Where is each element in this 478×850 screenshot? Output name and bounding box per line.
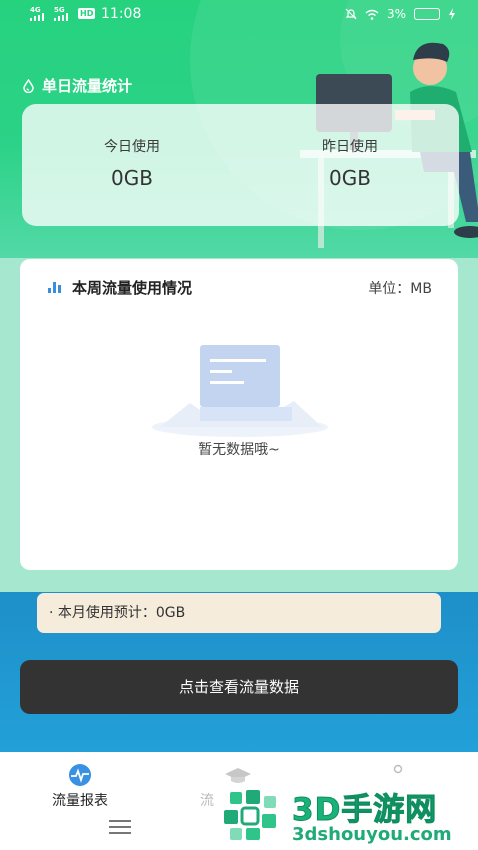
daily-section-title: 单日流量统计 [22, 75, 132, 96]
pulse-icon [66, 764, 94, 786]
water-drop-icon [23, 78, 34, 93]
battery-icon [414, 8, 440, 20]
hd-badge: HD [78, 8, 96, 19]
watermark-title: 3D手游网 [291, 792, 438, 829]
battery-percent: 3% [386, 7, 406, 21]
today-label: 今日使用 [104, 139, 160, 155]
site-watermark: 3D手游网 3dshouyou.com [218, 784, 476, 848]
daily-usage-card: 今日使用 0GB 昨日使用 0GB [22, 104, 459, 226]
tab-label: 流量报表 [52, 793, 108, 809]
view-traffic-data-button[interactable]: 点击查看流量数据 [20, 660, 458, 714]
yesterday-value: 0GB [329, 166, 371, 190]
empty-document-icon [152, 345, 328, 437]
graduation-cap-icon [224, 764, 252, 786]
wifi-icon [365, 9, 379, 20]
today-value: 0GB [111, 166, 153, 190]
weekly-usage-card: 本周流量使用情况 单位：MB 暂无数据哦~ [20, 259, 458, 570]
monthly-estimate-bar: · 本月使用预计：0GB [37, 593, 441, 633]
tab-traffic-report[interactable]: 流量报表 [44, 764, 116, 810]
empty-state-text: 暂无数据哦~ [198, 442, 280, 458]
watermark-url: 3dshouyou.com [292, 824, 452, 845]
tab-label: 流 [200, 793, 214, 809]
signal-bars-icon [54, 13, 68, 21]
bar-chart-icon [48, 282, 64, 293]
signal-bars-icon [30, 13, 44, 21]
menu-icon[interactable] [109, 820, 131, 834]
yesterday-label: 昨日使用 [322, 139, 378, 155]
weekly-title: 本周流量使用情况 [72, 279, 193, 297]
unit-label: 单位：MB [368, 281, 432, 297]
status-bar: 4G 5G HD 11:08 3% [0, 0, 478, 30]
status-time: 11:08 [101, 6, 142, 22]
mute-icon [345, 8, 357, 20]
weekly-header: 本周流量使用情况 [48, 277, 192, 298]
yesterday-usage: 昨日使用 0GB [270, 136, 430, 190]
daily-title: 单日流量统计 [42, 77, 133, 95]
watermark-logo-icon [224, 790, 276, 840]
today-usage: 今日使用 0GB [52, 136, 212, 190]
charging-icon [449, 8, 455, 20]
user-icon [391, 764, 405, 786]
